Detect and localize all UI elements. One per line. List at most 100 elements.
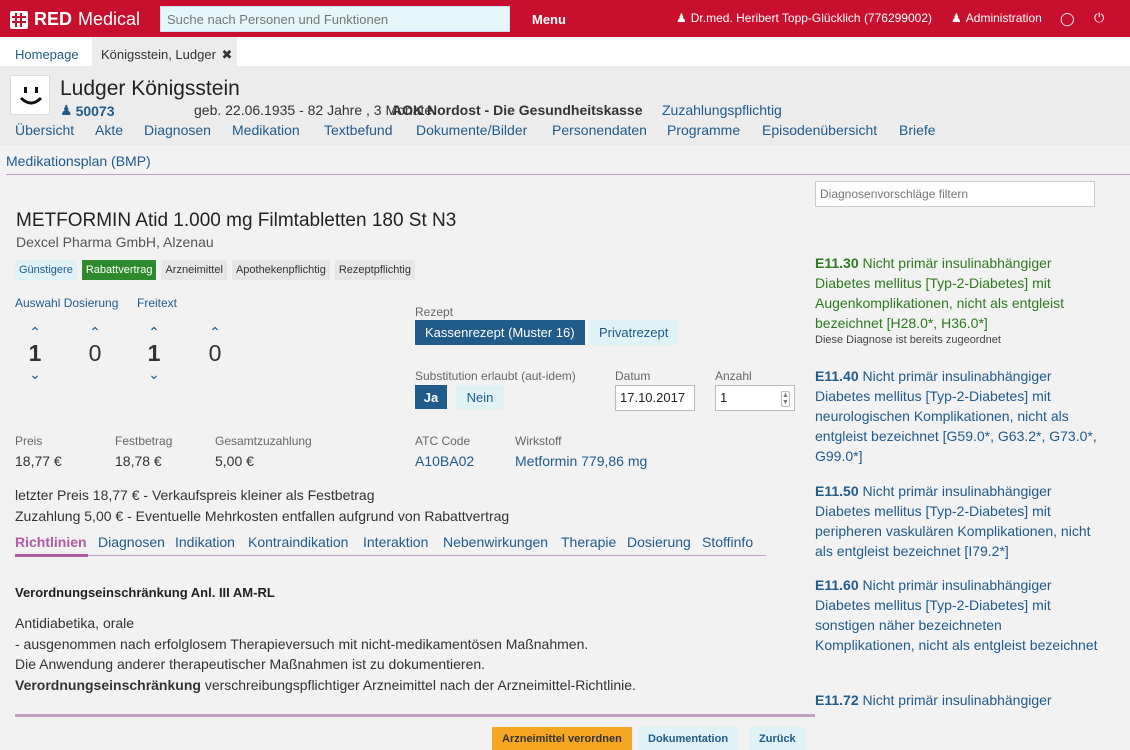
tab-interaktion[interactable]: Interaktion [363,534,428,550]
dose-noon: ⌃ 0 [84,325,106,367]
tab-therapie[interactable]: Therapie [561,534,616,550]
search-input[interactable] [160,6,510,32]
guideline-bold: Verordnungseinschränkung [15,676,201,693]
logo-red-text: RED [34,9,73,29]
chat-icon[interactable]: ◯ [1060,11,1075,27]
chevron-down-icon[interactable]: ⌄ [24,367,46,381]
power-icon[interactable]: ⏻ [1094,10,1104,26]
person-icon: ♟ [60,102,73,118]
tab-diagnosen[interactable]: Diagnosen [98,534,165,550]
drug-badges: Günstigere Rabattvertrag Arzneimittel Ap… [15,260,415,280]
section-title[interactable]: Medikationsplan (BMP) [6,153,151,169]
diagnosis-filter-input[interactable] [815,181,1095,207]
dosage-selection-link[interactable]: Auswahl Dosierung [15,296,118,310]
guideline-line: Die Anwendung anderer therapeutischer Ma… [15,656,486,672]
substance-link[interactable]: Metformin 779,86 mg [515,453,647,469]
chevron-up-icon[interactable]: ⌃ [143,325,165,339]
tab-indikation[interactable]: Indikation [175,534,235,550]
divider [15,714,815,717]
patient-insurance: AOK Nordost - Die Gesundheitskasse [392,102,643,118]
guideline-line: Antidiabetika, orale [15,615,135,631]
main-content: Medikationsplan (BMP) METFORMIN Atid 1.0… [0,145,1130,750]
nav-dokumente[interactable]: Dokumente/Bilder [416,122,527,138]
quantity-label: Anzahl [715,369,752,383]
chevron-up-icon[interactable]: ⌃ [84,325,106,339]
copay-note: Zuzahlung 5,00 € - Eventuelle Mehrkosten… [15,508,510,524]
nav-personendaten[interactable]: Personendaten [552,122,647,138]
dose-value: 1 [28,340,42,366]
nav-programme[interactable]: Programme [667,122,740,138]
documentation-button[interactable]: Dokumentation [638,727,739,750]
user-menu[interactable]: ♟ Dr.med. Heribert Topp-Glücklich (77629… [676,11,932,25]
chevron-down-icon[interactable]: ⌄ [143,367,165,381]
dose-value: 1 [147,340,161,366]
substitution-no-button[interactable]: Nein [456,385,504,409]
divider [6,174,1130,175]
privatrezept-button[interactable]: Privatrezept [589,320,679,345]
tab-patient[interactable]: Königsstein, Ludger ✖ [92,37,237,66]
guideline-rest: verschreibungspflichtiger Arzneimittel n… [200,676,636,693]
diagnosis-item[interactable]: E11.50 Nicht primär insulinabhängiger Di… [815,481,1105,561]
atc-label: ATC Code [415,434,471,448]
back-button[interactable]: Zurück [749,727,806,750]
date-field[interactable]: 17.10.2017 [615,385,695,411]
diagnosis-item[interactable]: E11.40 Nicht primär insulinabhängiger Di… [815,366,1105,466]
patient-header: Ludger Königsstein ♟ 50073 geb. 22.06.19… [0,66,1130,145]
atc-code-link[interactable]: A10BA02 [415,453,474,469]
nav-textbefund[interactable]: Textbefund [324,122,393,138]
diagnosis-code: E11.60 [815,577,859,593]
guideline-line: Verordnungseinschränkung verschreibungsp… [15,675,636,696]
diagnosis-text: Nicht primär insulinabhängiger [858,692,1052,708]
badge-guenstigere[interactable]: Günstigere [15,260,77,280]
guideline-title: Verordnungseinschränkung Anl. III AM-RL [15,585,275,600]
tab-kontraindikation[interactable]: Kontraindikation [248,534,348,550]
users-icon: ♟ [951,11,962,25]
nav-akte[interactable]: Akte [95,122,123,138]
avatar [10,75,50,115]
price-label: Preis [15,434,43,448]
nav-medikation[interactable]: Medikation [232,122,300,138]
close-icon[interactable]: ✖ [222,47,233,62]
guideline-body: Antidiabetika, orale - ausgenommen nach … [15,613,636,695]
user-name: Dr.med. Heribert Topp-Glücklich (7762990… [690,11,932,25]
patient-id[interactable]: 50073 [76,103,115,119]
freetext-link[interactable]: Freitext [137,296,177,310]
menu-button[interactable]: Menu [532,12,566,27]
chevron-up-icon[interactable]: ⌃ [204,325,226,339]
substitution-label: Substitution erlaubt (aut-idem) [415,369,576,383]
badge-rezeptpflichtig: Rezeptpflichtig [334,260,415,280]
nav-uebersicht[interactable]: Übersicht [15,122,74,138]
quantity-stepper[interactable]: 1 ▲ ▼ [715,385,795,411]
nav-episoden[interactable]: Episodenübersicht [762,122,877,138]
diagnosis-item[interactable]: E11.60 Nicht primär insulinabhängiger Di… [815,575,1105,655]
diagnosis-code: E11.72 [815,692,859,708]
substitution-yes-button[interactable]: Ja [415,385,447,409]
tab-homepage[interactable]: Homepage [15,37,79,66]
fixed-amount-value: 18,78 € [115,453,162,469]
nav-briefe[interactable]: Briefe [899,122,936,138]
admin-menu[interactable]: ♟ Administration [951,11,1042,25]
diagnosis-item[interactable]: E11.30 Nicht primär insulinabhängiger Di… [815,253,1105,333]
tab-stoffinfo[interactable]: Stoffinfo [702,534,753,550]
fixed-amount-label: Festbetrag [115,434,173,448]
diagnosis-item[interactable]: E11.72 Nicht primär insulinabhängiger [815,690,1105,710]
kassenrezept-button[interactable]: Kassenrezept (Muster 16) [415,320,585,345]
copay-status[interactable]: Zuzahlungspflichtig [662,102,782,118]
stepper-arrows-icon[interactable]: ▲ ▼ [781,391,790,407]
tab-dosierung[interactable]: Dosierung [627,534,691,550]
nav-diagnosen[interactable]: Diagnosen [144,122,211,138]
chevron-up-icon[interactable]: ⌃ [24,325,46,339]
logo-text: Medical [78,9,141,29]
grid-logo-icon [10,10,28,29]
tab-richtlinien[interactable]: Richtlinien [15,534,87,550]
badge-apothekenpflichtig: Apothekenpflichtig [231,260,330,280]
dose-evening: ⌃ 1 ⌄ [143,325,165,381]
app-logo[interactable]: RED Medical [10,9,140,30]
active-tab-underline [15,554,88,557]
tab-nebenwirkungen[interactable]: Nebenwirkungen [443,534,548,550]
prescription-label: Rezept [415,305,454,319]
user-icon: ♟ [676,11,687,25]
badge-arzneimittel: Arzneimittel [161,260,227,280]
total-copay-label: Gesamtzuzahlung [215,434,312,448]
prescribe-button[interactable]: Arzneimittel verordnen [492,727,632,750]
